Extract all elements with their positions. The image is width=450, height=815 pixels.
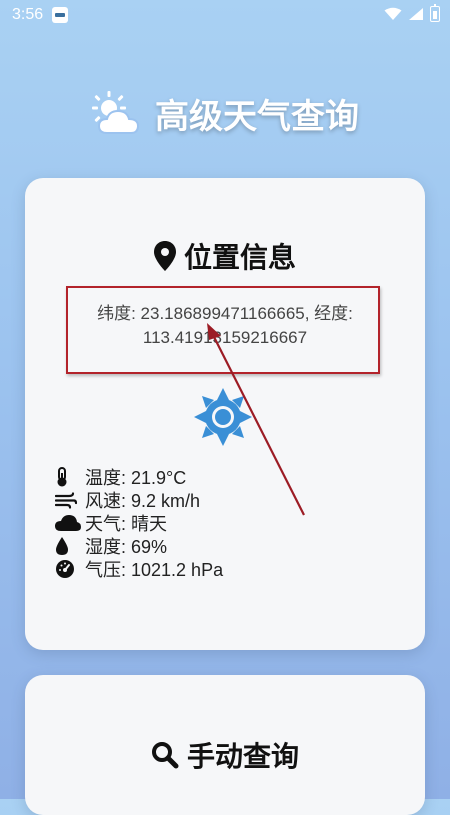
pressure-row: 气压: 1021.2 hPa <box>55 557 395 580</box>
location-title: 位置信息 <box>183 241 296 274</box>
app-title: 高级天气查询 <box>155 96 359 137</box>
thermometer-icon <box>57 466 67 486</box>
pressure-text: 气压: 1021.2 hPa <box>85 559 224 580</box>
signal-icon <box>409 8 423 20</box>
cloud-icon <box>55 514 81 531</box>
annotation-highlight-box <box>66 286 380 374</box>
wind-row: 风速: 9.2 km/h <box>55 488 395 511</box>
manual-section-title: 手动查询 <box>25 735 425 775</box>
humidity-row: 湿度: 69% <box>55 534 395 557</box>
location-card: 位置信息 纬度: 23.186899471166665, 经度: 113.419… <box>25 178 425 650</box>
status-icons <box>384 4 440 22</box>
battery-icon <box>430 4 440 22</box>
location-section-title: 位置信息 <box>25 236 425 276</box>
droplet-icon <box>56 536 68 555</box>
wifi-icon <box>384 7 402 20</box>
app-header: 高级天气查询 <box>0 78 450 148</box>
app-notification-icon <box>52 7 68 23</box>
weather-sun-icon <box>194 388 252 446</box>
manual-title: 手动查询 <box>186 740 299 773</box>
condition-row: 天气: 晴天 <box>55 511 395 534</box>
status-bar: 3:56 <box>0 0 450 32</box>
weather-info-list: 温度: 21.9°C 风速: 9.2 km/h 天气: 晴天 湿度: 69% 气… <box>55 465 395 580</box>
status-time: 3:56 <box>12 6 44 23</box>
search-icon <box>151 742 179 769</box>
manual-query-card: 手动查询 <box>25 675 425 815</box>
sun-cloud-icon <box>92 91 140 134</box>
wind-icon <box>55 491 77 509</box>
map-pin-icon <box>153 241 176 271</box>
gauge-icon <box>56 559 74 578</box>
temperature-row: 温度: 21.9°C <box>55 465 395 488</box>
